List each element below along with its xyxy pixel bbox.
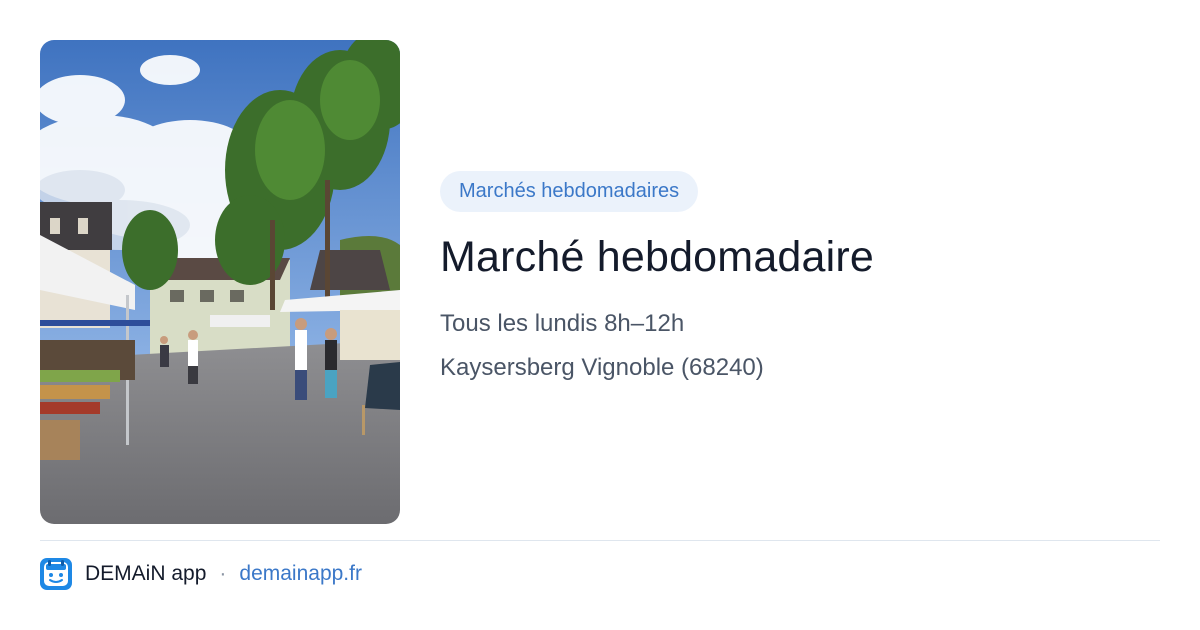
market-photo-illustration (40, 40, 400, 524)
demain-logo-icon (40, 558, 72, 590)
event-title: Marché hebdomadaire (440, 233, 875, 281)
event-location: Kaysersberg Vignoble (68240) (440, 354, 764, 381)
footer-separator: · (219, 562, 227, 585)
footer-divider (40, 540, 1160, 541)
event-schedule: Tous les lundis 8h–12h (440, 310, 685, 337)
category-chip[interactable]: Marchés hebdomadaires (440, 171, 699, 212)
app-name: DEMAiN app (85, 562, 207, 585)
event-details: Marchés hebdomadaires Marché hebdomadair… (440, 171, 1160, 383)
app-website-link[interactable]: demainapp.fr (239, 562, 362, 586)
market-photo (40, 40, 400, 524)
footer: DEMAiN app · demainapp.fr (40, 558, 362, 590)
